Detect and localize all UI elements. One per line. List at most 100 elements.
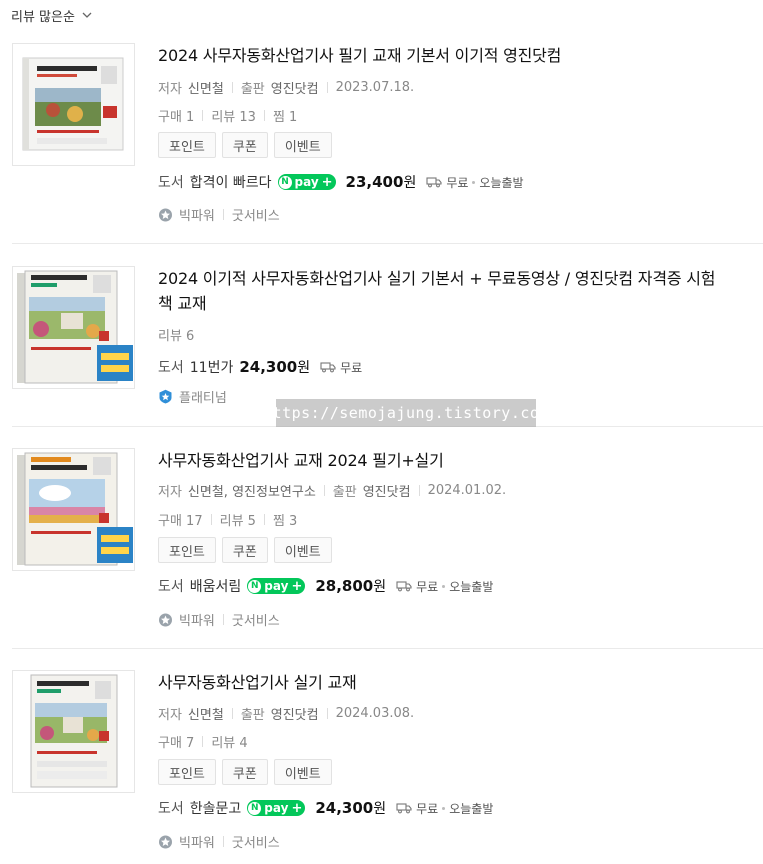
author-value: 신면철, 영진정보연구소 — [187, 484, 316, 500]
product-title[interactable]: 2024 사무자동화산업기사 필기 교재 기본서 이기적 영진닷컴 — [158, 43, 758, 68]
author-label: 저자 — [158, 81, 182, 97]
review-count[interactable]: 리뷰 5 — [220, 510, 256, 529]
seller-grade: 빅파워 굿서비스 — [158, 609, 758, 629]
grade-label: 빅파워 — [179, 613, 215, 629]
shipping-fee: 무료 — [340, 360, 363, 375]
publisher-value: 영진닷컴 — [362, 484, 411, 500]
product-thumbnail[interactable] — [12, 448, 135, 571]
currency-unit: 원 — [373, 801, 387, 817]
category-label: 도서 — [158, 801, 184, 817]
divider — [231, 81, 233, 93]
product-thumbnail[interactable] — [12, 266, 135, 389]
product-meta: 저자 신면철 출판 영진닷컴 2024.03.08. — [158, 703, 758, 723]
price-line: 도서 합격이 빠르다 Npay + 23,400 원 무료 오늘출발 — [158, 170, 758, 194]
book-cover-image — [17, 270, 133, 384]
publisher-value: 영진닷컴 — [270, 707, 319, 723]
divider — [222, 613, 224, 625]
truck-icon — [396, 803, 412, 814]
chip-coupon[interactable]: 쿠폰 — [221, 759, 268, 785]
price-line: 도서 한솔문고 Npay + 24,300 원 무료 오늘출발 — [158, 796, 758, 820]
item-divider — [12, 648, 763, 649]
truck-icon — [320, 362, 336, 373]
benefit-chips: 포인트 쿠폰 이벤트 — [158, 132, 758, 158]
shipping-fee: 무료 — [446, 175, 469, 190]
price[interactable]: 24,300 — [315, 799, 373, 817]
chip-event[interactable]: 이벤트 — [273, 537, 332, 563]
divider — [323, 484, 325, 496]
chip-event[interactable]: 이벤트 — [273, 132, 332, 158]
publish-date: 2023.07.18. — [335, 79, 415, 95]
purchase-count: 구매 7 — [158, 735, 195, 751]
seller-name[interactable]: 11번가 — [190, 357, 234, 377]
purchase-count: 구매 17 — [158, 513, 203, 529]
chip-coupon[interactable]: 쿠폰 — [221, 537, 268, 563]
product-stats: 구매 17 리뷰 5 찜 3 — [158, 509, 758, 529]
chip-event[interactable]: 이벤트 — [273, 759, 332, 785]
product-stats: 구매 1 리뷰 13 찜 1 — [158, 105, 758, 125]
wish-count: 찜 1 — [272, 109, 298, 125]
divider — [263, 513, 265, 525]
sort-dropdown[interactable]: 리뷰 많은순 — [11, 5, 93, 25]
divider — [231, 707, 233, 719]
review-count[interactable]: 리뷰 4 — [211, 732, 247, 751]
item-divider — [12, 243, 763, 244]
price-line: 도서 11번가 24,300 원 무료 — [158, 355, 758, 379]
product-title[interactable]: 2024 이기적 사무자동화산업기사 실기 기본서 + 무료동영상 / 영진닷컴… — [158, 266, 758, 291]
purchase-count: 구매 1 — [158, 109, 195, 125]
author-label: 저자 — [158, 707, 182, 723]
good-service-label: 굿서비스 — [231, 613, 280, 629]
bigpower-badge-icon — [159, 613, 172, 626]
divider — [263, 109, 265, 121]
book-cover-image — [22, 57, 124, 151]
seller-name[interactable]: 한솔문고 — [190, 798, 242, 818]
chip-point[interactable]: 포인트 — [158, 759, 216, 785]
npay-badge: Npay + — [277, 174, 336, 190]
product-title[interactable]: 사무자동화산업기사 교재 2024 필기+실기 — [158, 448, 758, 473]
shipping-info: 무료 오늘출발 — [396, 578, 493, 595]
product-title[interactable]: 사무자동화산업기사 실기 교재 — [158, 670, 758, 695]
truck-icon — [396, 581, 412, 592]
author-value: 신면철 — [187, 81, 224, 97]
review-count[interactable]: 리뷰 13 — [211, 106, 256, 125]
watermark-url: https://semojajung.tistory.com — [263, 399, 548, 427]
divider — [202, 735, 204, 747]
seller-name[interactable]: 배움서림 — [190, 576, 242, 596]
divider — [326, 81, 328, 93]
shipping-info: 무료 오늘출발 — [426, 174, 524, 191]
bigpower-badge-icon — [159, 835, 172, 848]
author-label: 저자 — [158, 484, 182, 500]
product-meta: 저자 신면철 출판 영진닷컴 2023.07.18. — [158, 77, 758, 97]
product-title-cont[interactable]: 책 교재 — [158, 291, 758, 316]
chip-point[interactable]: 포인트 — [158, 537, 216, 563]
publish-date: 2024.03.08. — [335, 705, 415, 721]
shipping-fee: 무료 — [416, 579, 439, 594]
product-meta: 저자 신면철, 영진정보연구소 출판 영진닷컴 2024.01.02. — [158, 480, 758, 500]
price[interactable]: 24,300 — [239, 358, 297, 376]
npay-badge: Npay + — [247, 800, 306, 816]
shipping-today: 오늘출발 — [449, 801, 494, 816]
publisher-label: 출판 — [240, 707, 265, 723]
seller-grade: 빅파워 굿서비스 — [158, 831, 758, 851]
shipping-today: 오늘출발 — [479, 175, 524, 190]
grade-label: 플래티넘 — [179, 390, 227, 406]
price-line: 도서 배움서림 Npay + 28,800 원 무료 오늘출발 — [158, 574, 758, 598]
product-stats: 리뷰 6 — [158, 324, 758, 344]
currency-unit: 원 — [373, 579, 387, 595]
divider — [202, 109, 204, 121]
review-count[interactable]: 리뷰 6 — [158, 325, 194, 344]
publisher-value: 영진닷컴 — [270, 81, 319, 97]
price[interactable]: 23,400 — [346, 173, 404, 191]
grade-label: 빅파워 — [179, 835, 215, 851]
npay-badge: Npay + — [247, 578, 306, 594]
divider — [210, 513, 212, 525]
chip-point[interactable]: 포인트 — [158, 132, 216, 158]
product-thumbnail[interactable] — [12, 43, 135, 166]
price[interactable]: 28,800 — [315, 577, 373, 595]
divider — [418, 484, 420, 496]
category-label: 도서 — [158, 579, 184, 595]
chip-coupon[interactable]: 쿠폰 — [221, 132, 268, 158]
product-thumbnail[interactable] — [12, 670, 135, 793]
currency-unit: 원 — [403, 175, 417, 191]
divider — [222, 835, 224, 847]
seller-name[interactable]: 합격이 빠르다 — [190, 172, 272, 192]
